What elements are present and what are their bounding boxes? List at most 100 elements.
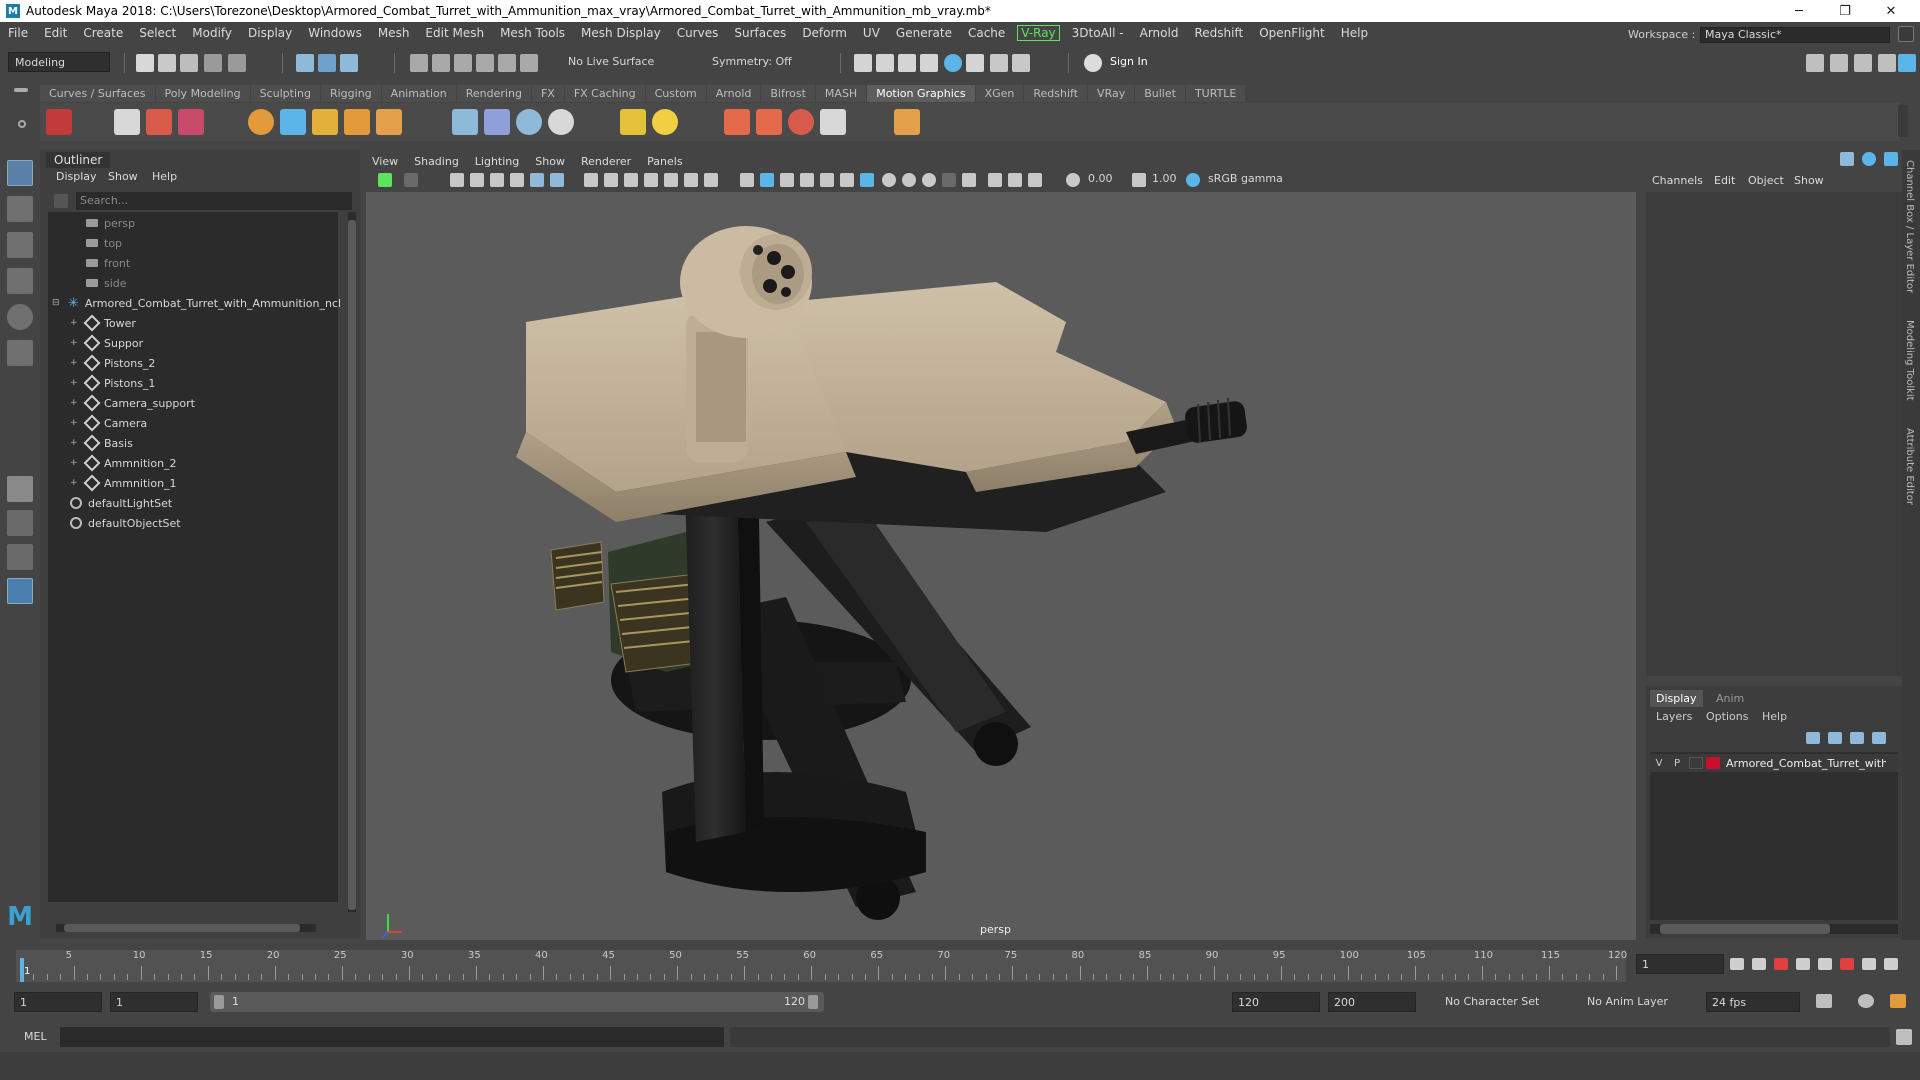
layer-menu-layers[interactable]: Layers [1650, 708, 1698, 725]
shelf-menu-icon[interactable] [14, 88, 28, 92]
workspace-select[interactable]: Maya Classic* [1700, 27, 1890, 43]
menu-mesh[interactable]: Mesh [370, 26, 418, 40]
toggle-layer-editor-icon[interactable] [1898, 54, 1916, 72]
expand-icon[interactable]: + [70, 338, 78, 348]
viewport-3d[interactable] [366, 192, 1636, 940]
new-layer-icon[interactable] [1850, 732, 1864, 744]
layer-color-swatch[interactable] [1706, 757, 1720, 769]
fps-dropdown[interactable]: 24 fps [1706, 992, 1800, 1012]
menu-create[interactable]: Create [75, 26, 131, 40]
outliner-horizontal-scrollbar[interactable] [56, 924, 316, 932]
safe-title-icon[interactable] [664, 173, 678, 187]
expand-icon[interactable]: + [70, 418, 78, 428]
image-plane-icon[interactable] [470, 173, 484, 187]
minimize-button[interactable]: ─ [1776, 0, 1822, 22]
menu-mesh-display[interactable]: Mesh Display [573, 26, 669, 40]
list-item[interactable]: defaultObjectSet [70, 514, 181, 532]
side-tab-modeling-toolkit[interactable]: Modeling Toolkit [1904, 320, 1915, 401]
xray-icon[interactable] [922, 173, 936, 187]
render-view-icon[interactable] [920, 54, 938, 72]
2d-pan-zoom-icon[interactable] [490, 173, 504, 187]
time-slider[interactable]: 1 5 10 15 20 25 30 35 40 45 50 55 60 65 70 75 80 85 90 95 1… [16, 950, 1627, 982]
list-item[interactable]: + Camera [70, 414, 147, 432]
shelf-scroll-icon[interactable] [1898, 105, 1908, 137]
exposure-field[interactable]: 0.00 [1084, 171, 1124, 188]
shelf-tab-fx[interactable]: FX [531, 85, 564, 102]
ipr-render-icon[interactable] [898, 54, 916, 72]
shadows-icon[interactable] [800, 173, 814, 187]
field-chart-icon[interactable] [624, 173, 638, 187]
panel-tool-icon[interactable] [1862, 152, 1876, 166]
shelf-tab-vray[interactable]: VRay [1088, 85, 1135, 102]
preferences-icon[interactable] [1890, 994, 1906, 1008]
list-item[interactable]: side [86, 274, 127, 292]
channelbox-menu-object[interactable]: Object [1748, 174, 1784, 187]
layer-visibility-toggle[interactable]: V [1650, 758, 1668, 769]
shelf-tab-bullet[interactable]: Bullet [1135, 85, 1185, 102]
menu-help[interactable]: Help [1333, 26, 1376, 40]
list-item[interactable]: ⊟ ✳ Armored_Combat_Turret_with_Ammunition_… [52, 294, 341, 312]
current-frame-field[interactable]: 1 [1636, 954, 1724, 974]
menu-openflight[interactable]: OpenFlight [1251, 26, 1333, 40]
text-icon[interactable] [312, 109, 338, 135]
list-item[interactable]: defaultLightSet [70, 494, 172, 512]
paint-select-tool-icon[interactable] [7, 232, 33, 258]
type-icon[interactable] [146, 109, 172, 135]
grid-icon[interactable] [530, 173, 544, 187]
expand-icon[interactable]: + [70, 438, 78, 448]
list-item[interactable]: front [86, 254, 130, 272]
panel-layout-icon[interactable] [1840, 152, 1854, 166]
menu-3dtoall[interactable]: 3DtoAll - [1064, 26, 1132, 40]
channelbox-menu-show[interactable]: Show [1794, 174, 1824, 187]
xray-active-icon[interactable] [962, 173, 976, 187]
viewport-menu-renderer[interactable]: Renderer [573, 155, 639, 168]
menu-edit[interactable]: Edit [36, 26, 75, 40]
lasso-tool-icon[interactable] [7, 196, 33, 222]
shelf-tab-bifrost[interactable]: Bifrost [761, 85, 815, 102]
shelf-tab-mash[interactable]: MASH [815, 85, 867, 102]
textured-icon[interactable] [760, 173, 774, 187]
film-gate-icon[interactable] [550, 173, 564, 187]
layout-outliner-icon[interactable] [7, 578, 33, 604]
hypershade-icon[interactable] [944, 54, 962, 72]
shelf-tab-motion-graphics[interactable]: Motion Graphics [867, 85, 975, 102]
shelf-tab-animation[interactable]: Animation [381, 85, 456, 102]
scene-start-field[interactable]: 1 [14, 992, 102, 1012]
save-scene-icon[interactable] [180, 54, 198, 72]
panel-float-icon[interactable] [1884, 152, 1898, 166]
range-start-handle[interactable] [214, 995, 224, 1009]
shelf-settings-icon[interactable] [18, 120, 26, 128]
snap-grid-icon[interactable] [410, 54, 428, 72]
scale-tool-icon[interactable] [7, 340, 33, 366]
undo-icon[interactable] [204, 54, 222, 72]
mash-world-icon[interactable] [756, 109, 782, 135]
channelbox-menu-channels[interactable]: Channels [1652, 174, 1703, 187]
scrollbar-thumb[interactable] [348, 220, 356, 910]
go-to-start-icon[interactable] [1730, 958, 1744, 970]
viewport-menu-show[interactable]: Show [527, 155, 573, 168]
gamma-field[interactable]: 1.00 [1148, 171, 1188, 188]
play-forward-icon[interactable] [1818, 958, 1832, 970]
camera-attributes-icon[interactable] [404, 173, 418, 187]
exposure-reset-icon[interactable] [1066, 173, 1080, 187]
toggle-modeling-toolkit-icon[interactable] [1806, 54, 1824, 72]
step-forward-key-icon[interactable] [1862, 958, 1876, 970]
scene-end-field[interactable]: 200 [1328, 992, 1416, 1012]
mash-orbit-icon[interactable] [516, 109, 542, 135]
shelf-tab-fx-caching[interactable]: FX Caching [564, 85, 645, 102]
gamma-reset-icon[interactable] [1132, 173, 1146, 187]
list-item[interactable]: + Ammnition_2 [70, 454, 177, 472]
filter-icon[interactable] [54, 194, 68, 208]
list-item[interactable]: + Basis [70, 434, 133, 452]
ambient-occlusion-icon[interactable] [820, 173, 834, 187]
vray-ipr-icon[interactable] [990, 54, 1008, 72]
select-camera-icon[interactable] [378, 173, 392, 187]
mash-placer-icon[interactable] [620, 109, 646, 135]
outliner-search-input[interactable]: Search... [76, 192, 352, 210]
toggle-channel-box-icon[interactable] [1878, 54, 1896, 72]
expand-icon[interactable]: + [70, 478, 78, 488]
user-icon[interactable] [1084, 54, 1102, 72]
list-item[interactable]: top [86, 234, 122, 252]
side-tab-channel-box[interactable]: Channel Box / Layer Editor [1904, 160, 1915, 293]
redo-icon[interactable] [228, 54, 246, 72]
